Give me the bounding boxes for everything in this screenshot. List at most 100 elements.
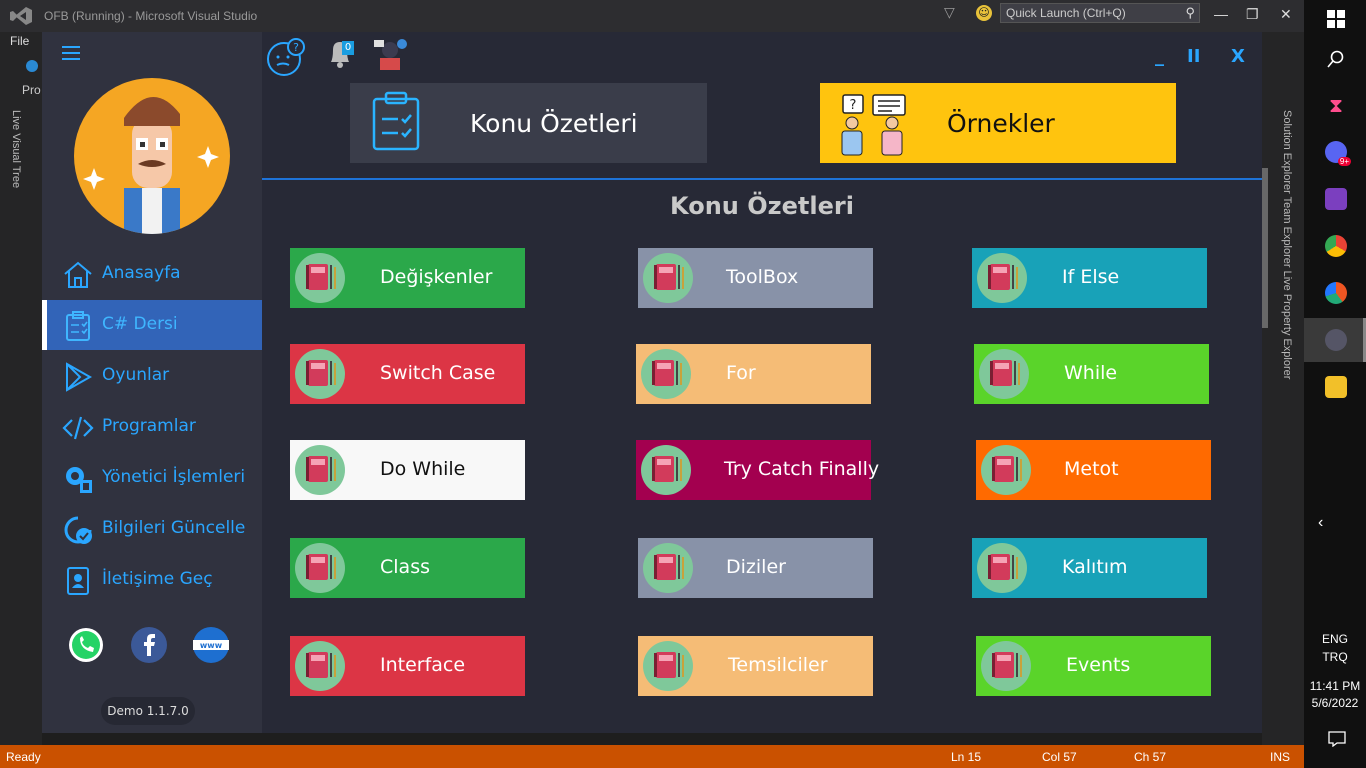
window-close-button[interactable]: X [1231,46,1245,67]
topic-card[interactable]: If Else [972,248,1207,308]
contact-icon [67,567,89,595]
topic-card[interactable]: ToolBox [638,248,873,308]
topic-card[interactable]: Diziler [638,538,873,598]
topic-card[interactable]: Kalıtım [972,538,1207,598]
status-ready: Ready [6,750,41,764]
visual-studio-taskbar-icon[interactable] [1325,188,1347,210]
whatsapp-icon[interactable] [67,626,105,664]
code-icon [62,416,94,440]
restore-button[interactable]: ❐ [1246,6,1259,23]
hacker-app-icon [1325,329,1347,351]
search-icon[interactable] [1327,50,1345,68]
nav-item-csharp-dersi[interactable]: C# Dersi [42,300,262,350]
notification-count-badge: 0 [342,41,354,55]
clock-time[interactable]: 11:41 PM [1304,679,1366,693]
chrome-icon[interactable] [1325,235,1347,257]
status-ch: Ch 57 [1134,750,1167,764]
website-icon[interactable]: www [192,626,230,664]
topic-card-label: Değişkenler [380,266,493,288]
tab-ornekler[interactable]: ? Örnekler [820,83,1176,163]
notebook-icon [643,641,693,691]
nav-label: Oyunlar [102,365,170,385]
discussion-icon: ? [841,94,906,156]
filter-icon[interactable]: ▽ [944,5,955,21]
notification-bell-icon[interactable]: 0 [323,36,359,72]
quick-launch-input[interactable]: Quick Launch (Ctrl+Q) ⚲ [1000,3,1200,23]
topic-card[interactable]: Interface [290,636,525,696]
notebook-icon [977,253,1027,303]
windows-start-icon[interactable] [1327,10,1345,28]
svg-text:?: ? [293,41,299,54]
window-minimize-button[interactable]: _ [1155,46,1164,67]
help-face-icon[interactable]: ? [266,37,306,77]
notebook-icon [643,253,693,303]
topic-card[interactable]: Temsilciler [638,636,873,696]
notebook-icon [295,253,345,303]
svg-text:www: www [200,641,223,650]
window-pause-button[interactable]: II [1187,46,1200,67]
minimize-button[interactable]: — [1214,6,1228,22]
version-badge: Demo 1.1.7.0 [101,697,195,725]
home-icon [64,261,92,288]
notebook-icon [981,445,1031,495]
notebook-icon [981,641,1031,691]
nav-item-iletisim[interactable]: İletişime Geç [42,555,262,605]
clipboard-icon [66,311,90,341]
discord-icon[interactable]: 9+ [1325,141,1351,166]
nav-item-yonetici[interactable]: Yönetici İşlemleri [42,453,262,503]
hourglass-app-icon[interactable]: ⧗ [1325,95,1347,117]
notebook-icon [641,445,691,495]
topic-card-label: Kalıtım [1062,556,1128,578]
hamburger-menu-icon[interactable] [62,46,80,60]
back-icon[interactable] [26,60,38,72]
nav-item-anasayfa[interactable]: Anasayfa [42,249,262,299]
notifications-icon[interactable] [1328,731,1346,747]
vs-window-title: OFB (Running) - Microsoft Visual Studio [44,9,258,23]
notebook-icon [643,543,693,593]
topic-card[interactable]: For [636,344,871,404]
notebook-icon [641,349,691,399]
nav-item-bilgileri-guncelle[interactable]: Bilgileri Güncelle [42,504,262,554]
topic-card[interactable]: Switch Case [290,344,525,404]
facebook-icon[interactable] [130,626,168,664]
side-panel-tabs[interactable]: Solution Explorer Team Explorer Live Pro… [1280,110,1294,379]
topic-card-label: If Else [1062,266,1120,288]
topic-card-label: Switch Case [380,362,496,384]
topic-card-label: Interface [380,654,466,676]
active-app-slot[interactable] [1304,318,1366,362]
clock-date[interactable]: 5/6/2022 [1304,696,1366,710]
notebook-icon [977,543,1027,593]
file-explorer-icon[interactable] [1325,376,1347,398]
feedback-smiley-icon[interactable]: ☺ [976,5,992,21]
keyboard-layout[interactable]: TRQ [1304,650,1366,664]
refresh-check-icon [64,516,92,544]
sidebar: Anasayfa C# Dersi Oyunlar Programlar Yön… [42,32,262,733]
avatar [74,78,230,234]
topic-card[interactable]: Do While [290,440,525,500]
app-icon[interactable] [1325,282,1347,304]
topic-card-label: Diziler [726,556,786,578]
nav-item-oyunlar[interactable]: Oyunlar [42,351,262,401]
notebook-icon [295,641,345,691]
topic-card[interactable]: While [974,344,1209,404]
topic-card[interactable]: Metot [976,440,1211,500]
close-button[interactable]: ✕ [1280,6,1292,23]
app-window: Anasayfa C# Dersi Oyunlar Programlar Yön… [42,32,1268,733]
scrollbar[interactable] [1261,132,1269,762]
language-indicator[interactable]: ENG [1304,632,1366,646]
topic-card[interactable]: Try Catch Finally [636,440,879,500]
topic-card[interactable]: Değişkenler [290,248,525,308]
menu-file[interactable]: File [10,34,29,48]
hacker-avatar-icon[interactable] [372,36,408,72]
chevron-left-icon[interactable]: ‹ [1318,514,1323,532]
nav-label: Anasayfa [102,263,181,283]
nav-item-programlar[interactable]: Programlar [42,402,262,452]
topic-card[interactable]: Class [290,538,525,598]
topic-card[interactable]: Events [976,636,1211,696]
status-col: Col 57 [1042,750,1077,764]
svg-text:?: ? [850,98,857,113]
section-title: Konu Özetleri [670,192,854,220]
live-visual-tree-tab[interactable]: Live Visual Tree [10,110,22,188]
tab-konu-ozetleri[interactable]: Konu Özetleri [350,83,707,163]
tab-label: Konu Özetleri [470,109,638,138]
